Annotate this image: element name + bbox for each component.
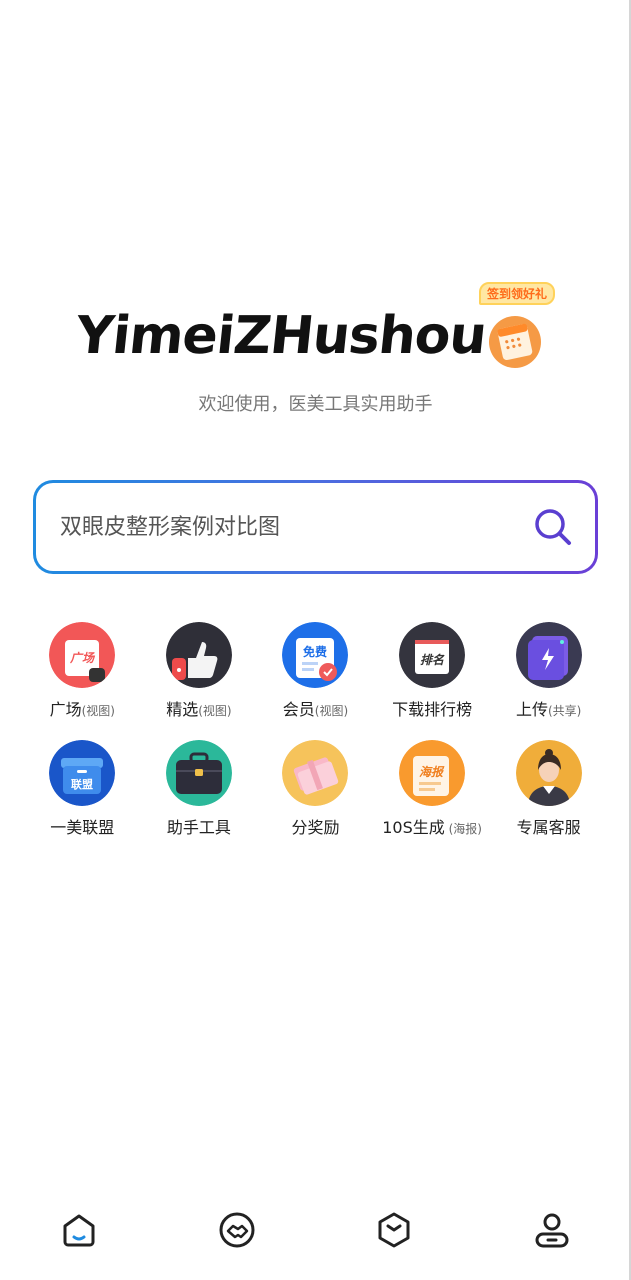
grid-label: 分奖励 [291, 818, 340, 837]
grid-label: 一美联盟 [50, 818, 115, 837]
grid-item-assistant-tools[interactable]: 助手工具 [141, 740, 258, 838]
grid-sublabel: (视图) [81, 704, 115, 718]
plaza-icon: 广场 [49, 622, 116, 688]
app-subtitle: 欢迎使用，医美工具实用助手 [198, 394, 433, 415]
brand-logo: YimeiZHushou 签到领好礼 [72, 282, 556, 380]
grid-item-plaza[interactable]: 广场 广场(视图) [24, 622, 141, 720]
grid-sublabel: (共享) [547, 704, 582, 718]
grid-item-membership[interactable]: 免费 会员(视图) [257, 622, 374, 720]
search-input[interactable] [58, 513, 533, 541]
bottom-navigation [0, 1190, 631, 1270]
grid-label: 10S生成 [382, 818, 445, 837]
grid-sublabel: (视图) [198, 704, 232, 718]
alliance-icon-text: 联盟 [71, 777, 93, 791]
nav-profile[interactable] [512, 1200, 592, 1260]
sign-in-promo-tag[interactable]: 签到领好礼 [479, 282, 556, 305]
grid-label: 上传 [515, 700, 548, 719]
nav-cooperation[interactable] [197, 1200, 277, 1260]
grid-item-alliance[interactable]: 联盟 一美联盟 [24, 740, 141, 838]
logo-text: YimeiZHushou [72, 306, 489, 366]
grid-label: 精选 [166, 700, 199, 719]
membership-icon: 免费 [282, 622, 349, 688]
grid-item-customer-service[interactable]: 专属客服 [490, 740, 607, 838]
ranking-icon: 排名 [399, 622, 466, 688]
grid-item-poster-generate[interactable]: 海报 10S生成 (海报) [374, 740, 491, 838]
alliance-icon: 联盟 [49, 740, 116, 806]
grid-label: 会员 [282, 700, 315, 719]
box-icon [378, 1212, 410, 1248]
grid-item-featured[interactable]: 精选(视图) [141, 622, 258, 720]
plaza-icon-text: 广场 [69, 651, 96, 665]
home-icon [63, 1214, 95, 1247]
feature-grid: 广场 广场(视图) 精选(视图) 免费 会员(视图) 排名 下载排行榜 上传(共… [24, 622, 607, 838]
search-bar[interactable] [33, 480, 598, 574]
nav-home[interactable] [39, 1200, 119, 1260]
grid-sublabel: (视图) [314, 704, 349, 718]
customer-service-icon [515, 740, 582, 806]
upload-icon [515, 622, 582, 688]
membership-icon-text: 免费 [303, 644, 327, 659]
user-icon [535, 1213, 569, 1248]
poster-icon-text: 海报 [419, 765, 445, 779]
poster-icon: 海报 [399, 740, 466, 806]
toolbox-icon [165, 740, 232, 806]
nav-box[interactable] [354, 1200, 434, 1260]
ranking-icon-text: 排名 [420, 653, 445, 667]
grid-item-rewards[interactable]: 分奖励 [257, 740, 374, 838]
grid-label: 下载排行榜 [392, 700, 473, 719]
reward-icon [282, 740, 349, 806]
grid-sublabel: (海报) [444, 822, 482, 836]
grid-label: 专属客服 [516, 818, 581, 837]
grid-item-download-ranking[interactable]: 排名 下载排行榜 [374, 622, 491, 720]
grid-label: 广场 [49, 700, 82, 719]
grid-item-upload[interactable]: 上传(共享) [490, 622, 607, 720]
calendar-gift-icon[interactable] [486, 312, 544, 368]
thumbs-up-icon [165, 622, 232, 688]
search-icon[interactable] [533, 507, 573, 547]
grid-label: 助手工具 [166, 818, 231, 837]
handshake-icon [219, 1212, 255, 1248]
